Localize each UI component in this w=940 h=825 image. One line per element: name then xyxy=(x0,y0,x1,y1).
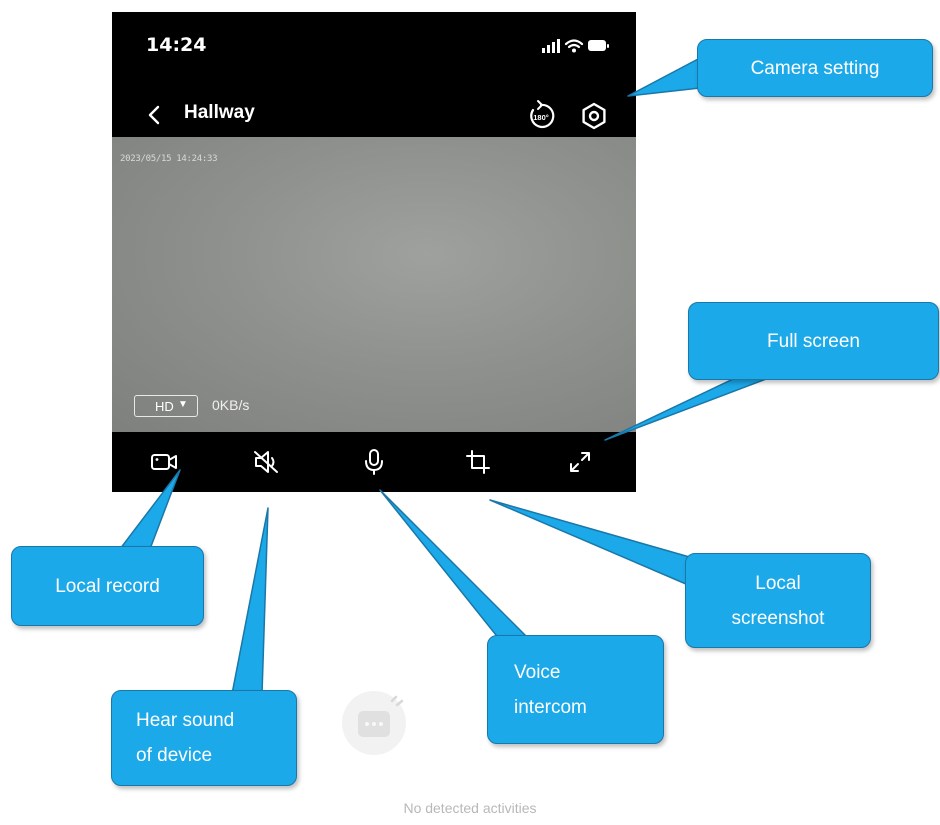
microphone-icon[interactable] xyxy=(358,446,390,478)
callout-camera-setting: Camera setting xyxy=(697,39,933,97)
empty-state-text: No detected activities xyxy=(403,800,537,816)
callout-local-record-label: Local record xyxy=(55,575,160,597)
video-toolbar xyxy=(112,432,636,492)
callout-local-record: Local record xyxy=(11,546,204,626)
quality-select[interactable]: HD ▼ xyxy=(134,395,198,417)
camera-header: Hallway 180° xyxy=(112,94,636,138)
hexagon-gear-icon[interactable] xyxy=(578,100,610,132)
no-activity-icon xyxy=(342,691,406,755)
status-bar: 14:24 xyxy=(112,12,636,82)
callout-hear-sound-label: Hear sound of device xyxy=(136,710,235,766)
wifi-icon xyxy=(564,39,584,49)
live-video-feed[interactable]: 2023/05/15 14:24:33 HD ▼ 0KB/s xyxy=(112,137,636,432)
callout-voice-intercom: Voice intercom xyxy=(487,635,664,744)
video-record-icon[interactable] xyxy=(148,446,180,478)
status-time: 14:24 xyxy=(146,34,207,56)
status-icons xyxy=(542,39,609,53)
svg-text:180°: 180° xyxy=(533,113,549,122)
callout-local-screenshot: Local screenshot xyxy=(685,553,871,648)
crop-icon[interactable] xyxy=(462,446,494,478)
callout-full-screen: Full screen xyxy=(688,302,939,380)
callout-full-screen-label: Full screen xyxy=(767,330,860,352)
video-timestamp: 2023/05/15 14:24:33 xyxy=(120,154,218,164)
callout-camera-setting-label: Camera setting xyxy=(750,57,880,79)
bitrate-readout: 0KB/s xyxy=(212,397,250,413)
hear-sound-pointer xyxy=(231,507,269,695)
speaker-mute-icon[interactable] xyxy=(250,446,282,478)
voice-intercom-pointer xyxy=(379,489,531,641)
chevron-left-icon[interactable] xyxy=(142,100,168,130)
camera-setting-pointer xyxy=(627,57,701,97)
camera-title: Hallway xyxy=(184,102,255,123)
rotate-180-icon[interactable]: 180° xyxy=(524,98,558,132)
camera-app-screen: 14:24 Hallway 180° 2023/05/15 14:24:33 H… xyxy=(112,12,636,492)
local-screenshot-pointer xyxy=(489,499,701,591)
caret-down-icon: ▼ xyxy=(178,399,188,410)
battery-icon xyxy=(588,40,609,51)
callout-local-screenshot-label: Local screenshot xyxy=(731,572,825,629)
callout-voice-intercom-label: Voice intercom xyxy=(514,661,587,718)
expand-icon[interactable] xyxy=(564,446,596,478)
quality-value: HD xyxy=(155,399,174,414)
signal-icon xyxy=(542,39,560,53)
callout-hear-sound: Hear sound of device xyxy=(111,690,297,786)
